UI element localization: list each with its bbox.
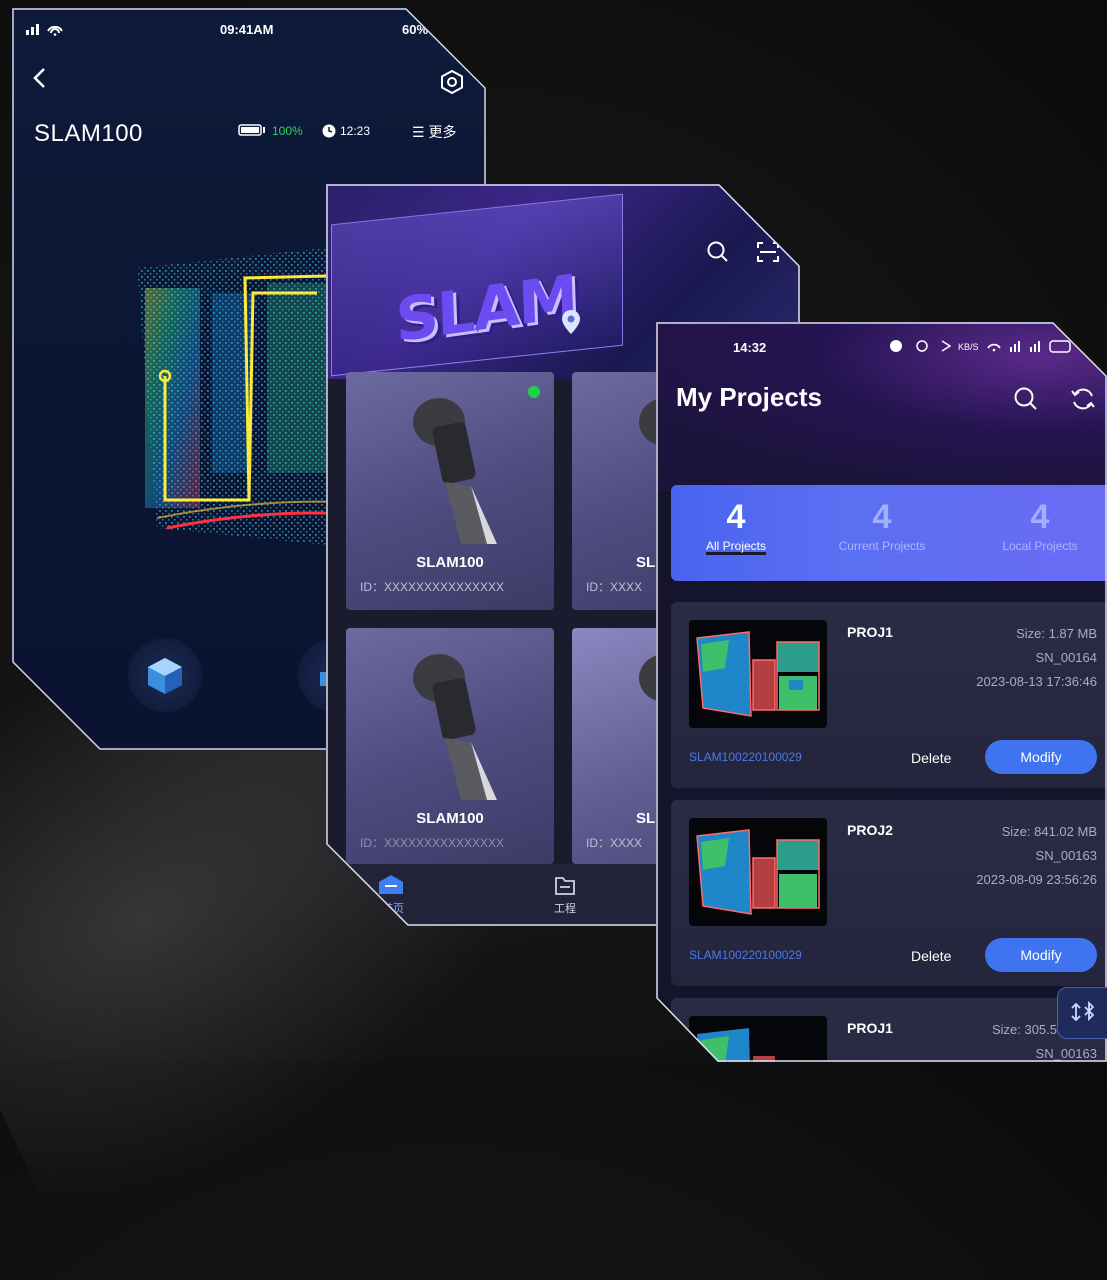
- clock-time: 12:23: [340, 124, 371, 138]
- project-size: Size: 1.87 MB: [1016, 626, 1097, 641]
- status-icons: KB/S: [888, 338, 1088, 359]
- stat-current-projects[interactable]: 4 Current Projects: [817, 499, 947, 553]
- delete-button[interactable]: Delete: [911, 750, 951, 766]
- project-device-id[interactable]: SLAM100220100029: [689, 948, 802, 962]
- stat-number: 4: [1030, 498, 1050, 536]
- device-id: ID：XXXXXXXXXXXXXXX: [360, 836, 505, 850]
- status-time: 14:32: [733, 340, 767, 355]
- device-name: SLAM100: [416, 810, 484, 827]
- device-id: ID：XXXXXXXXXXXXXXX: [360, 580, 505, 594]
- tab-home[interactable]: 首页: [378, 874, 404, 915]
- online-indicator: [528, 386, 540, 398]
- modify-button[interactable]: Modify: [985, 740, 1097, 774]
- folder-icon: [555, 877, 575, 895]
- project-sn: SN_00164: [1035, 650, 1097, 665]
- tab-project-label: 工程: [554, 903, 576, 915]
- project-card[interactable]: PROJ1 Size: 1.87 MB SN_00164 2023-08-13 …: [671, 602, 1107, 788]
- project-date: 2023-08-13 17:36:46: [976, 674, 1097, 689]
- phone-my-projects: 14:32 KB/S My Projects 4 All Projects 4 …: [656, 322, 1107, 1062]
- project-card[interactable]: PROJ2 Size: 841.02 MB SN_00163 2023-08-0…: [671, 800, 1107, 986]
- more-menu[interactable]: ☰ 更多: [412, 122, 456, 142]
- search-icon[interactable]: [1013, 386, 1039, 417]
- signal-wifi-icons: [26, 22, 70, 39]
- page-title: My Projects: [676, 382, 822, 412]
- refresh-icon[interactable]: [1070, 386, 1096, 417]
- delete-button[interactable]: Delete: [911, 948, 951, 964]
- project-date: 2023-08-09 23:56:26: [976, 872, 1097, 887]
- device-id: ID：XXXX: [586, 580, 643, 594]
- location-pin-icon: [561, 309, 581, 340]
- stat-label: All Projects: [705, 539, 767, 553]
- svg-text:KB/S: KB/S: [958, 342, 979, 352]
- status-time: 09:41AM: [220, 22, 274, 37]
- project-name: PROJ2: [847, 822, 893, 838]
- more-label: 更多: [428, 124, 457, 140]
- project-card[interactable]: PROJ1 Size: 305.5 SN_00163: [671, 998, 1107, 1062]
- stat-label: Local Projects: [1002, 539, 1078, 553]
- device-title: SLAM100: [34, 120, 143, 147]
- project-sn: SN_00163: [1035, 848, 1097, 863]
- scanner-device-icon: [413, 654, 497, 800]
- scan-icon[interactable]: [756, 240, 780, 269]
- battery-icon: [238, 124, 265, 136]
- stat-number: 4: [872, 498, 892, 536]
- modify-button[interactable]: Modify: [985, 938, 1097, 972]
- project-device-id[interactable]: SLAM100220100029: [689, 750, 802, 764]
- project-thumbnail: [689, 620, 827, 728]
- project-size: Size: 841.02 MB: [1001, 824, 1097, 839]
- settings-icon[interactable]: [440, 69, 464, 99]
- battery-percent: 100%: [272, 124, 303, 138]
- floating-bluetooth-button[interactable]: [1057, 987, 1107, 1039]
- menu-icon: ☰: [412, 124, 425, 140]
- bluetooth-transfer-icon: [1071, 1000, 1095, 1022]
- back-icon[interactable]: [32, 66, 48, 95]
- home-icon: [379, 875, 403, 894]
- project-thumbnail: [689, 818, 827, 926]
- clock-icon: [322, 124, 336, 141]
- project-name: PROJ1: [847, 1020, 893, 1036]
- stat-number: 4: [726, 498, 746, 536]
- nav-3d-button[interactable]: [128, 638, 202, 712]
- cube-icon: [148, 658, 182, 694]
- battery-status: [238, 124, 268, 139]
- scanner-device-icon: [413, 398, 497, 544]
- project-sn: SN_00163: [1035, 1046, 1097, 1061]
- project-stats: 4 All Projects 4 Current Projects 4 Loca…: [671, 485, 1107, 581]
- search-icon[interactable]: [706, 240, 730, 269]
- project-name: PROJ1: [847, 624, 893, 640]
- stat-all-projects[interactable]: 4 All Projects: [671, 499, 801, 553]
- project-thumbnail: [689, 1016, 827, 1062]
- device-id: ID：XXXX: [586, 836, 643, 850]
- stat-label: Current Projects: [838, 539, 926, 553]
- project-size: Size: 305.5: [991, 1022, 1057, 1037]
- stat-local-projects[interactable]: 4 Local Projects: [975, 499, 1105, 553]
- device-name: SLAM100: [416, 554, 484, 571]
- device-card[interactable]: SLAM100 ID：XXXXXXXXXXXXXXX: [346, 628, 554, 864]
- device-card[interactable]: SLAM100 ID：XXXXXXXXXXXXXXX: [346, 372, 554, 610]
- tab-project[interactable]: 工程: [554, 876, 576, 915]
- status-battery: 60%: [402, 22, 429, 37]
